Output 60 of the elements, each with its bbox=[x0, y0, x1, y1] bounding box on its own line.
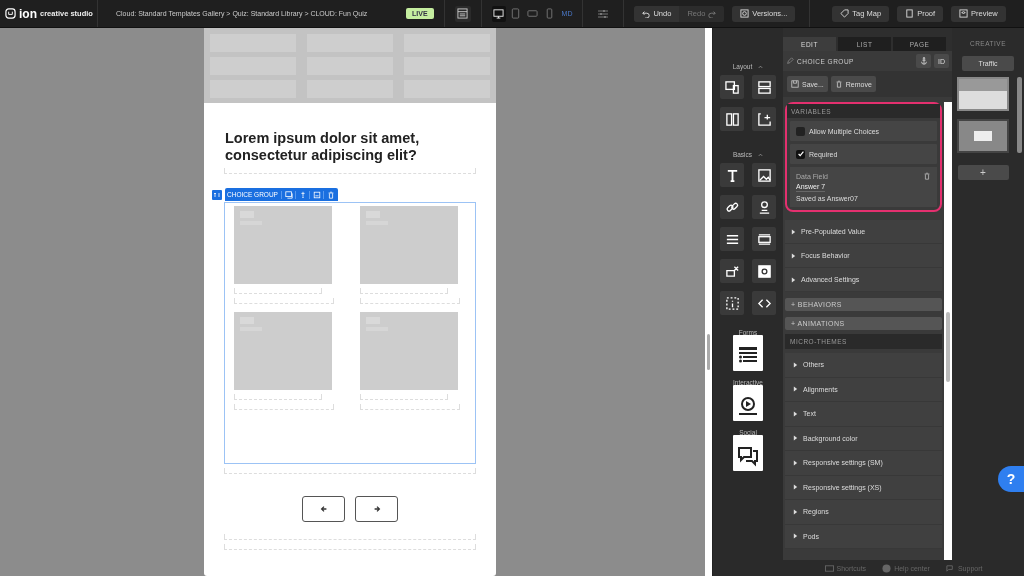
text-element-button[interactable] bbox=[720, 163, 744, 187]
frame-icon bbox=[756, 111, 772, 127]
document-icon bbox=[905, 9, 915, 18]
pin-element-button[interactable] bbox=[752, 195, 776, 219]
tag-icon bbox=[840, 9, 850, 18]
anchor-icon bbox=[919, 57, 928, 65]
list-element-button[interactable] bbox=[720, 227, 744, 251]
trash-icon[interactable] bbox=[322, 190, 336, 199]
checkbox[interactable] bbox=[796, 149, 805, 159]
keyboard-icon bbox=[824, 563, 834, 573]
left-arrow-icon bbox=[319, 505, 328, 513]
devices-element-button[interactable] bbox=[720, 75, 744, 99]
logo-icon bbox=[5, 8, 16, 19]
layout-button[interactable] bbox=[454, 5, 471, 22]
swap-element-button[interactable] bbox=[720, 259, 744, 283]
link-element-button[interactable] bbox=[720, 195, 744, 219]
undo-icon bbox=[642, 9, 651, 18]
add-page-button[interactable]: + bbox=[957, 165, 1009, 180]
rows-element-button[interactable] bbox=[752, 75, 776, 99]
chat-bubbles-icon bbox=[736, 444, 760, 468]
frame-element-button[interactable] bbox=[752, 107, 776, 131]
page-thumbnail[interactable] bbox=[957, 77, 1009, 111]
bar-icon bbox=[756, 231, 772, 247]
question-heading: Lorem ipsum dolor sit amet, consectetur adipiscing elit? bbox=[225, 130, 421, 164]
pencil-icon bbox=[786, 57, 794, 65]
image-element-button[interactable] bbox=[752, 163, 776, 187]
dotted-element-button[interactable] bbox=[720, 291, 744, 315]
anchor-button[interactable] bbox=[916, 54, 931, 68]
page-thumbnail[interactable] bbox=[957, 119, 1009, 153]
chat-icon bbox=[945, 563, 955, 573]
columns-icon bbox=[724, 111, 740, 127]
checkbox[interactable] bbox=[796, 126, 805, 136]
gear-element-button[interactable] bbox=[752, 259, 776, 283]
save-icon bbox=[791, 80, 799, 88]
dotted-icon bbox=[724, 295, 740, 311]
code-element-button[interactable] bbox=[752, 291, 776, 315]
pin-icon[interactable] bbox=[294, 190, 308, 199]
previous-button[interactable] bbox=[302, 496, 345, 522]
image-icon[interactable] bbox=[280, 190, 294, 199]
save-icon[interactable] bbox=[308, 190, 322, 199]
trash-icon[interactable] bbox=[923, 172, 931, 180]
redo-icon bbox=[708, 9, 717, 18]
camera-icon bbox=[740, 9, 750, 18]
play-circle-icon bbox=[736, 394, 760, 418]
help-button[interactable]: ? bbox=[998, 466, 1024, 492]
next-button[interactable] bbox=[355, 496, 398, 522]
devices-icon bbox=[724, 79, 740, 95]
eye-icon bbox=[959, 9, 969, 18]
right-arrow-icon bbox=[372, 505, 381, 513]
collapse-caret-icon[interactable] bbox=[758, 152, 764, 157]
collapse-caret-icon[interactable] bbox=[758, 64, 764, 69]
rows-icon bbox=[756, 79, 772, 95]
columns-element-button[interactable] bbox=[720, 107, 744, 131]
brand-name: ion bbox=[19, 6, 37, 21]
desktop-view-button[interactable] bbox=[491, 5, 506, 22]
bar-element-button[interactable] bbox=[752, 227, 776, 251]
trash-icon bbox=[834, 80, 843, 88]
gear-icon bbox=[756, 263, 772, 279]
sliders-icon[interactable] bbox=[597, 7, 610, 20]
image-icon bbox=[756, 167, 772, 183]
